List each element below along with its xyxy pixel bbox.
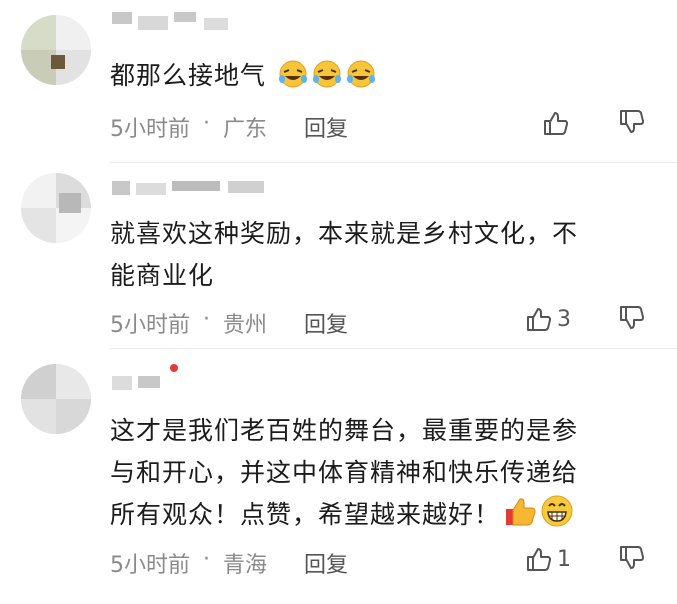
rofl-icon [277,59,309,102]
location: 贵州 [223,313,268,338]
notification-dot [170,364,178,372]
thumbs-up-icon [527,308,551,331]
location: 广东 [223,117,268,142]
grin-icon [540,494,574,541]
dislike-button[interactable] [618,108,646,138]
avatar[interactable] [21,173,91,243]
dislike-button[interactable] [618,304,646,334]
username-blurred[interactable] [112,12,252,34]
thumbs-down-icon [620,110,644,133]
comment-meta: 5小时前 · 广东 回复 [110,108,670,143]
divider [110,162,677,163]
like-button[interactable]: 3 [525,304,571,334]
avatar[interactable] [21,364,91,434]
thumbs-down-icon [620,546,644,569]
comment-meta: 5小时前 · 青海 回复 1 [110,544,670,579]
reply-button[interactable]: 回复 [304,547,348,579]
reply-button[interactable]: 回复 [304,307,348,339]
rofl-icon [311,59,343,102]
like-count: 3 [557,306,571,332]
comment-2: 就喜欢这种奖励，本来就是乡村文化，不 能商业化 5小时前 · 贵州 回复 3 [0,165,677,355]
username-blurred[interactable] [112,370,192,392]
separator: · [203,547,210,572]
timestamp: 5小时前 [110,313,190,338]
thumbs-up-icon [502,494,538,541]
thumbs-down-icon [620,306,644,329]
reply-button[interactable]: 回复 [304,111,348,143]
comment-meta: 5小时前 · 贵州 回复 3 [110,304,670,339]
separator: · [203,307,210,332]
thumbs-up-icon [527,548,551,571]
separator: · [203,111,210,136]
comment-text: 这才是我们老百姓的舞台，最重要的是参 与和开心，并这中体育精神和快乐传递给 所有… [110,410,650,541]
dislike-button[interactable] [618,544,646,574]
comment-3: 这才是我们老百姓的舞台，最重要的是参 与和开心，并这中体育精神和快乐传递给 所有… [0,352,677,604]
timestamp: 5小时前 [110,553,190,578]
avatar[interactable] [21,15,91,85]
like-button[interactable] [542,108,574,138]
location: 青海 [223,553,268,578]
comment-text: 就喜欢这种奖励，本来就是乡村文化，不 能商业化 [110,219,579,290]
divider [110,348,677,349]
like-button[interactable]: 1 [525,544,571,574]
rofl-icon [345,59,377,102]
username-blurred[interactable] [112,179,272,201]
timestamp: 5小时前 [110,117,190,142]
thumbs-up-icon [544,112,568,135]
like-count: 1 [557,546,571,572]
comment-1: 都那么接地气 5小时前 · 广东 回复 [0,0,677,150]
comment-text: 都那么接地气 [110,55,650,102]
